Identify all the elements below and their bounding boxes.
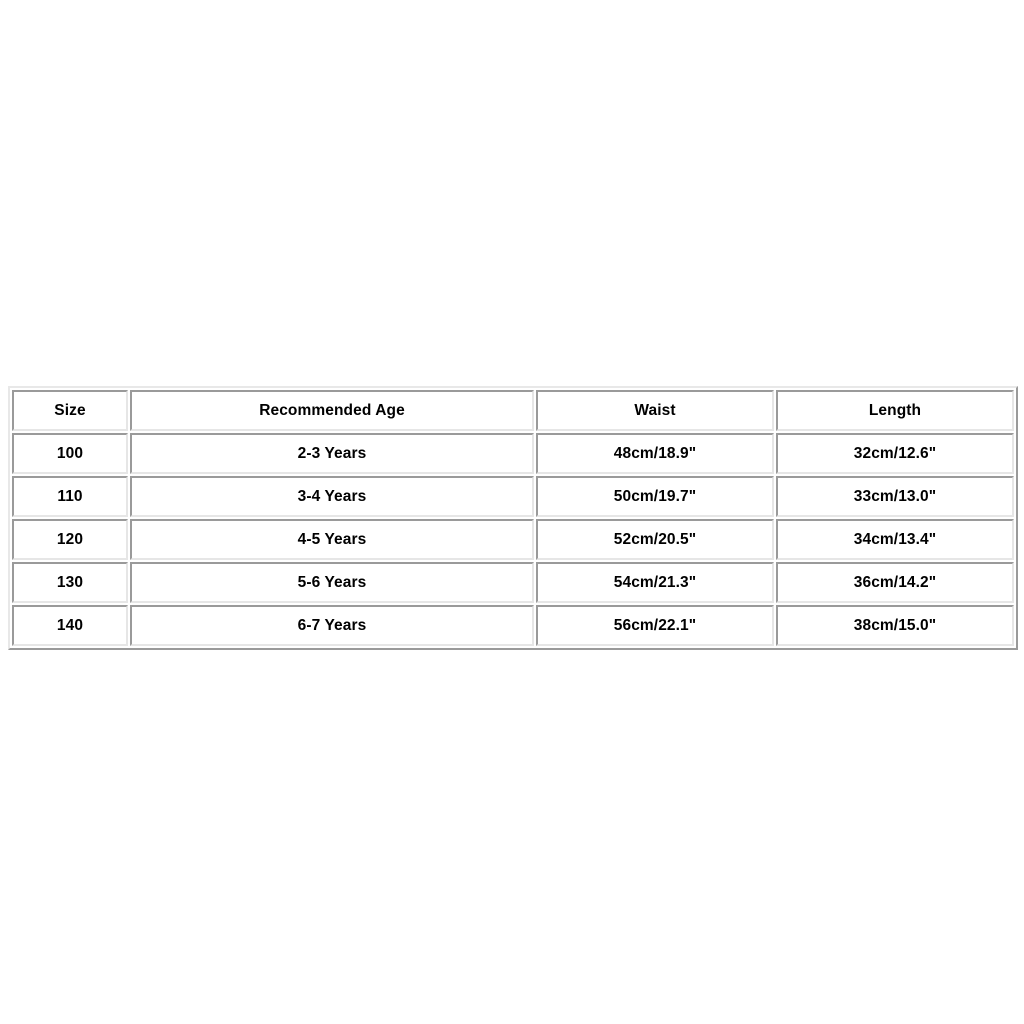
cell-waist: 54cm/21.3" xyxy=(536,562,774,603)
cell-size: 110 xyxy=(12,476,128,517)
cell-length: 36cm/14.2" xyxy=(776,562,1014,603)
size-chart-container: Size Recommended Age Waist Length 100 2-… xyxy=(8,386,1018,650)
cell-size: 120 xyxy=(12,519,128,560)
cell-waist: 52cm/20.5" xyxy=(536,519,774,560)
table-row: 140 6-7 Years 56cm/22.1" 38cm/15.0" xyxy=(12,605,1014,646)
column-header-length: Length xyxy=(776,390,1014,431)
cell-length: 33cm/13.0" xyxy=(776,476,1014,517)
table-header-row: Size Recommended Age Waist Length xyxy=(12,390,1014,431)
table-row: 110 3-4 Years 50cm/19.7" 33cm/13.0" xyxy=(12,476,1014,517)
cell-age: 4-5 Years xyxy=(130,519,534,560)
cell-length: 32cm/12.6" xyxy=(776,433,1014,474)
size-chart-table: Size Recommended Age Waist Length 100 2-… xyxy=(8,386,1018,650)
cell-age: 5-6 Years xyxy=(130,562,534,603)
column-header-waist: Waist xyxy=(536,390,774,431)
cell-length: 38cm/15.0" xyxy=(776,605,1014,646)
cell-waist: 50cm/19.7" xyxy=(536,476,774,517)
cell-waist: 48cm/18.9" xyxy=(536,433,774,474)
cell-length: 34cm/13.4" xyxy=(776,519,1014,560)
table-row: 120 4-5 Years 52cm/20.5" 34cm/13.4" xyxy=(12,519,1014,560)
table-row: 100 2-3 Years 48cm/18.9" 32cm/12.6" xyxy=(12,433,1014,474)
cell-age: 6-7 Years xyxy=(130,605,534,646)
cell-size: 100 xyxy=(12,433,128,474)
table-row: 130 5-6 Years 54cm/21.3" 36cm/14.2" xyxy=(12,562,1014,603)
cell-size: 130 xyxy=(12,562,128,603)
cell-age: 3-4 Years xyxy=(130,476,534,517)
column-header-age: Recommended Age xyxy=(130,390,534,431)
cell-size: 140 xyxy=(12,605,128,646)
cell-age: 2-3 Years xyxy=(130,433,534,474)
cell-waist: 56cm/22.1" xyxy=(536,605,774,646)
column-header-size: Size xyxy=(12,390,128,431)
